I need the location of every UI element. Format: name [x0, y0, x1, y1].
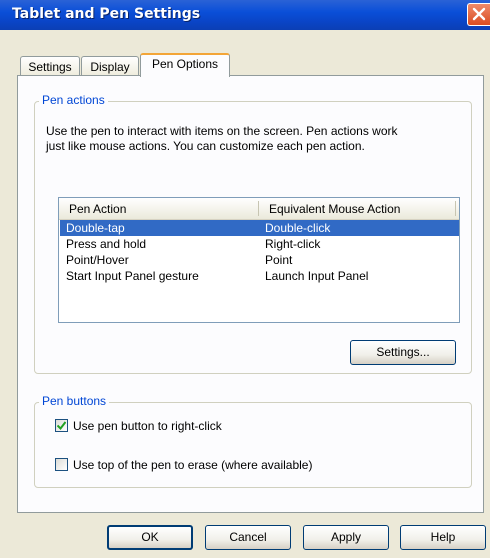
list-item[interactable]: Point/Hover Point	[60, 252, 459, 268]
apply-button[interactable]: Apply	[303, 525, 389, 550]
pen-action-cell: Point/Hover	[66, 253, 129, 267]
settings-button[interactable]: Settings...	[350, 340, 456, 365]
cancel-button[interactable]: Cancel	[205, 525, 291, 550]
pen-actions-list[interactable]: Pen Action Equivalent Mouse Action Doubl…	[58, 197, 460, 323]
right-click-checkbox[interactable]	[55, 419, 68, 432]
pen-action-cell: Press and hold	[66, 237, 147, 251]
pen-buttons-group-title: Pen buttons	[39, 394, 110, 408]
ok-button[interactable]: OK	[107, 525, 193, 550]
pen-action-cell: Double-tap	[66, 221, 125, 235]
mouse-action-cell: Point	[265, 253, 293, 267]
pen-actions-group-title: Pen actions	[39, 93, 108, 107]
erase-checkbox-label[interactable]: Use top of the pen to erase (where avail…	[73, 458, 312, 472]
mouse-action-cell: Right-click	[265, 237, 321, 251]
tab-pen-options[interactable]: Pen Options	[140, 53, 230, 77]
close-icon	[472, 7, 486, 21]
help-button[interactable]: Help	[400, 525, 486, 550]
column-separator[interactable]	[455, 201, 456, 216]
pen-actions-description: Use the pen to interact with items on th…	[46, 124, 398, 154]
checkmark-icon	[57, 421, 66, 430]
pen-actions-description-line2: just like mouse actions. You can customi…	[46, 139, 365, 153]
pen-actions-description-line1: Use the pen to interact with items on th…	[46, 124, 398, 138]
right-click-checkbox-label[interactable]: Use pen button to right-click	[73, 419, 222, 433]
list-item[interactable]: Double-tap Double-click	[60, 220, 459, 236]
list-header: Pen Action Equivalent Mouse Action	[59, 198, 459, 220]
column-header-pen-action[interactable]: Pen Action	[69, 202, 126, 216]
mouse-action-cell: Double-click	[265, 221, 331, 235]
mouse-action-cell: Launch Input Panel	[265, 269, 369, 283]
pen-action-cell: Start Input Panel gesture	[66, 269, 199, 283]
close-button[interactable]	[467, 3, 490, 26]
window-title: Tablet and Pen Settings	[12, 6, 201, 22]
erase-checkbox[interactable]	[55, 458, 68, 471]
list-item[interactable]: Start Input Panel gesture Launch Input P…	[60, 268, 459, 284]
column-header-mouse-action[interactable]: Equivalent Mouse Action	[269, 202, 400, 216]
pen-buttons-group	[34, 402, 472, 488]
title-bar[interactable]: Tablet and Pen Settings	[0, 0, 490, 30]
dialog-window: Tablet and Pen Settings Settings Display…	[0, 0, 490, 558]
column-separator[interactable]	[258, 201, 259, 216]
list-item[interactable]: Press and hold Right-click	[60, 236, 459, 252]
